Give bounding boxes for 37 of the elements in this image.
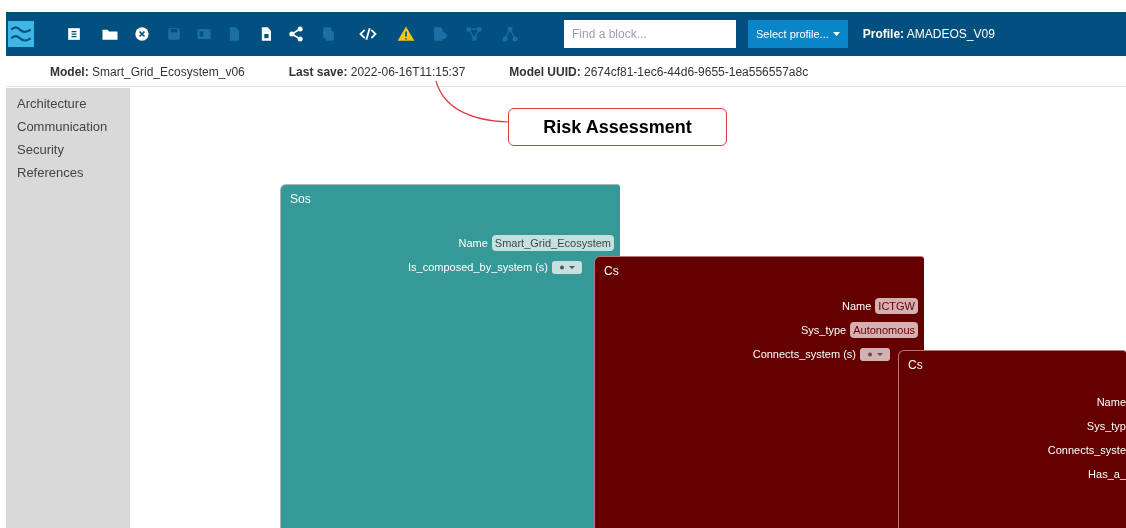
sidebar-item[interactable]: References [17, 161, 130, 184]
info-text: Model UUID: 2674cf81-1ec6-44d6-9655-1ea556557a8c [509, 64, 809, 81]
share-icon [286, 24, 306, 44]
close-circle-icon [132, 24, 152, 44]
warning-button[interactable] [396, 24, 416, 44]
field-label: Name [842, 298, 872, 314]
plus-caret-icon [866, 351, 884, 357]
share-button[interactable] [286, 24, 306, 44]
field-label: Connects_system (s) [752, 346, 856, 362]
info-text: Model: Smart_Grid_Ecosystem_v06 [50, 64, 245, 81]
block-title: Sos [290, 191, 311, 208]
field-label: Connects_syste [1047, 442, 1126, 458]
sidebar-item[interactable]: Security [17, 138, 130, 161]
block[interactable] [594, 256, 924, 528]
block-title: Cs [604, 263, 619, 280]
block[interactable] [280, 184, 620, 528]
field-label: Sys_typ [1086, 418, 1126, 434]
network-icon [464, 24, 484, 44]
field-label: Name [458, 235, 488, 251]
select-profile-button[interactable]: Select profile... [748, 20, 848, 48]
search-field[interactable]: Find a block... [564, 20, 736, 48]
sidebar-item[interactable]: Communication [17, 115, 130, 138]
block[interactable] [898, 350, 1126, 528]
callout: Risk Assessment [508, 108, 727, 146]
caret-icon [832, 32, 840, 36]
field-label: Name [1096, 394, 1126, 410]
plus-caret-icon [558, 264, 576, 270]
info-text: Last save: 2022-06-16T11:15:37 [288, 64, 466, 81]
field-label: Sys_type [801, 322, 847, 338]
sidebar-item[interactable]: Architecture [17, 92, 130, 115]
network-icon [500, 24, 520, 44]
field-label: Is_composed_by_system (s) [408, 259, 548, 275]
warning-icon [396, 24, 416, 44]
profile-label: Profile: AMADEOS_V09 [862, 26, 995, 43]
block-title: Cs [908, 357, 923, 374]
close-circle-button[interactable] [132, 24, 152, 44]
field-label: Has_a_ [1088, 466, 1126, 482]
